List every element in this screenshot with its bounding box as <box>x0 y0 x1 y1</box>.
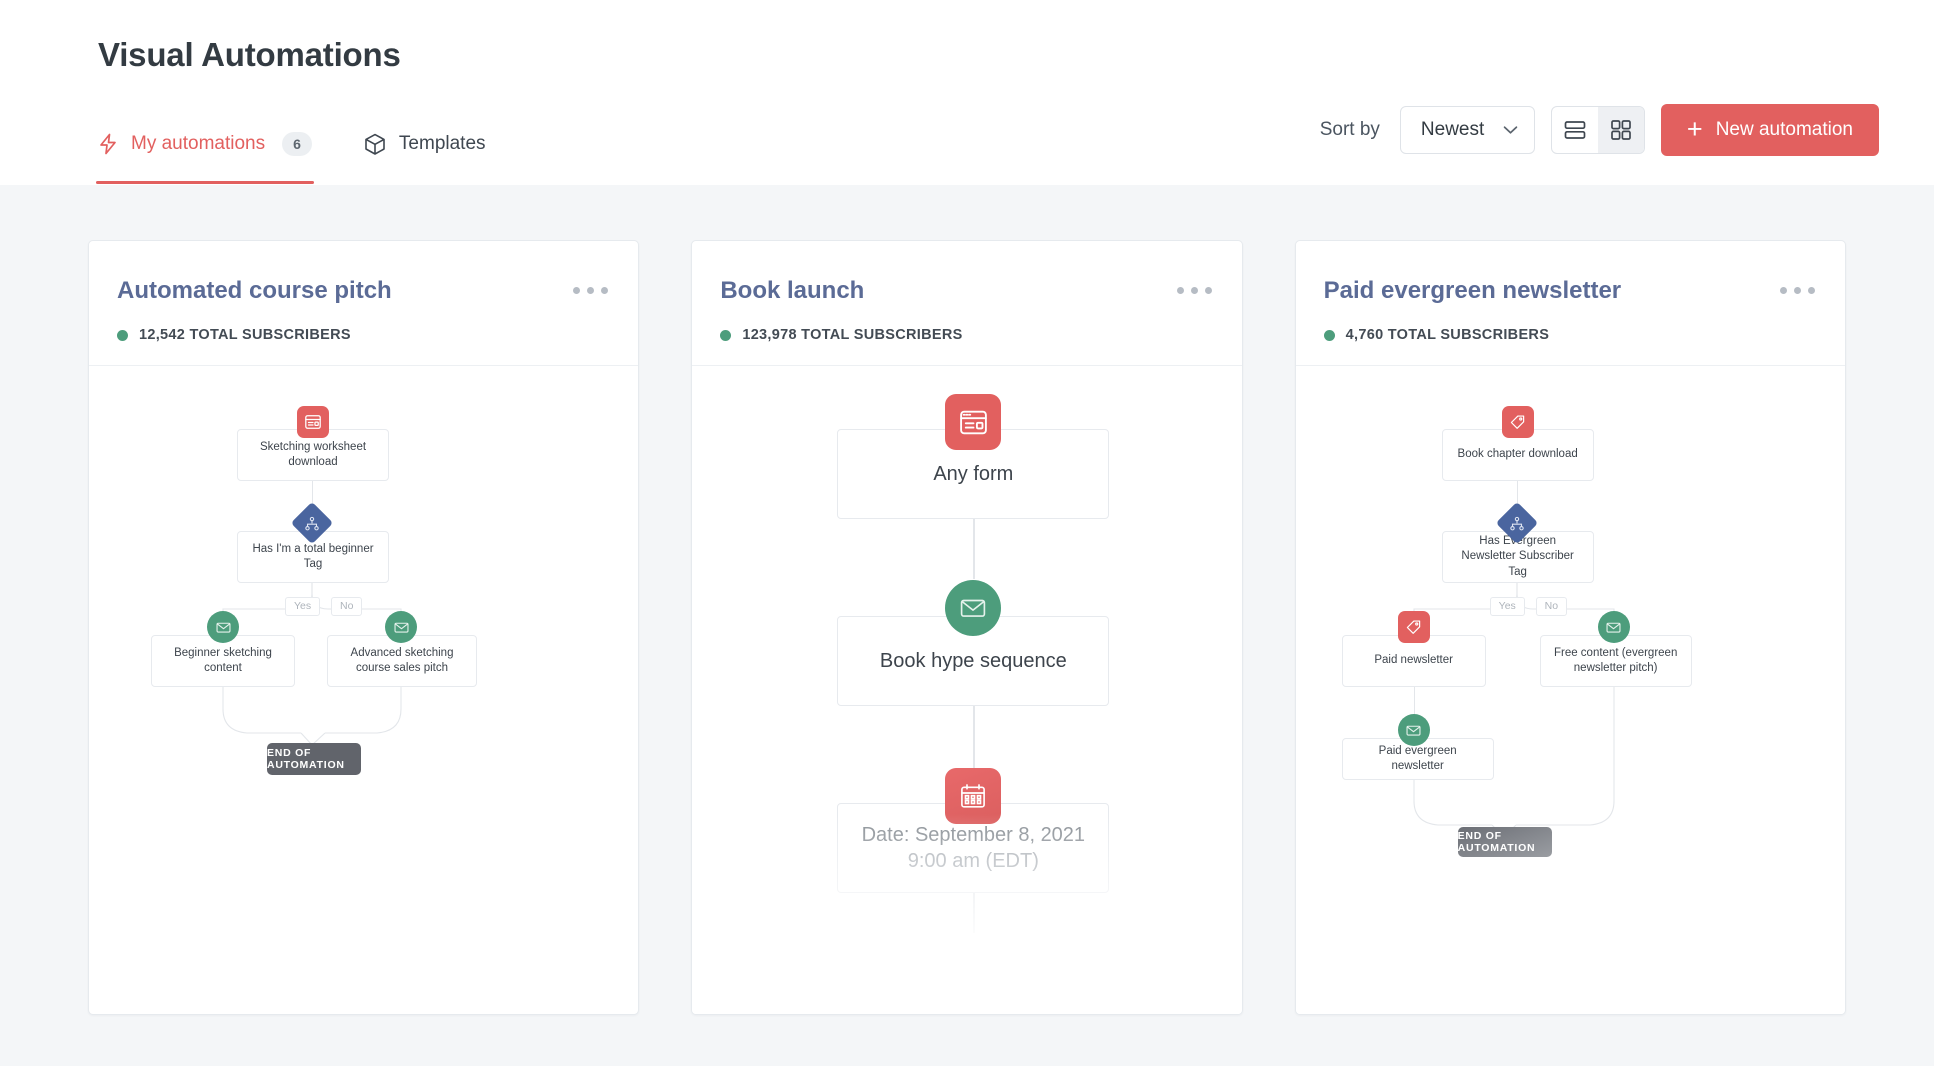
view-toggle <box>1550 106 1645 154</box>
new-automation-button[interactable]: + New automation <box>1660 104 1879 156</box>
tab-my-automations-badge: 6 <box>282 132 312 156</box>
card-title: Paid evergreen newsletter <box>1323 277 1622 304</box>
email-icon <box>945 580 1002 636</box>
branch-connectors <box>1413 583 1615 635</box>
ellipsis-icon[interactable] <box>573 287 609 294</box>
sort-by-label: Sort by <box>1319 119 1380 140</box>
list-view-icon[interactable] <box>1552 107 1598 153</box>
plus-icon: + <box>1686 113 1703 144</box>
merge-connectors <box>222 687 402 746</box>
subscriber-count: 12,542 TOTAL SUBSCRIBERS <box>117 327 610 343</box>
status-dot <box>720 329 732 341</box>
tag-icon <box>1397 611 1430 643</box>
flow-node-date-line2: 9:00 am (EDT) <box>907 850 1039 872</box>
sort-select-value: Newest <box>1420 119 1485 140</box>
automation-card[interactable]: Book launch 123,978 TOTAL SUBSCRIBERS An… <box>691 240 1243 1015</box>
branch-label-yes: Yes <box>1489 597 1525 616</box>
branch-connectors <box>222 583 402 635</box>
subscriber-count-label: 12,542 TOTAL SUBSCRIBERS <box>139 327 351 343</box>
subscriber-count: 123,978 TOTAL SUBSCRIBERS <box>720 327 1213 343</box>
email-icon <box>207 611 239 643</box>
branch-label-yes: Yes <box>285 597 321 616</box>
status-dot <box>117 329 128 341</box>
cube-icon <box>364 133 386 156</box>
tab-bar: My automations 6 Templates <box>96 113 486 184</box>
tab-templates[interactable]: Templates <box>364 113 486 175</box>
new-automation-button-label: New automation <box>1715 119 1853 140</box>
tab-my-automations[interactable]: My automations 6 <box>96 113 314 184</box>
canvas-fade-mask <box>1295 884 1845 1014</box>
flow-canvas[interactable]: Any form Book hype sequence Date: Septem… <box>692 366 1242 1014</box>
ellipsis-icon[interactable] <box>1779 287 1815 294</box>
end-of-automation-badge: END OF AUTOMATION <box>1457 827 1552 857</box>
card-header: Automated course pitch 12,542 TOTAL SUBS… <box>89 241 639 366</box>
chevron-down-icon <box>1503 125 1518 135</box>
flow-canvas[interactable]: Sketching worksheet download Has I'm a t… <box>89 366 638 1014</box>
flow-canvas[interactable]: Book chapter download Has Evergreen News… <box>1295 366 1845 1014</box>
end-of-automation-badge: END OF AUTOMATION <box>267 743 361 775</box>
form-icon <box>945 394 1002 450</box>
page-title: Visual Automations <box>98 36 401 73</box>
calendar-icon <box>945 768 1002 824</box>
email-icon <box>385 611 417 643</box>
card-title: Automated course pitch <box>117 277 392 304</box>
form-icon <box>297 406 329 438</box>
card-title: Book launch <box>720 277 865 304</box>
automation-card[interactable]: Automated course pitch 12,542 TOTAL SUBS… <box>88 240 640 1015</box>
subscriber-count: 4,760 TOTAL SUBSCRIBERS <box>1323 327 1817 343</box>
toolbar: Sort by Newest + New automation <box>1320 104 1879 156</box>
tab-my-automations-label: My automations <box>131 133 266 154</box>
tab-templates-label: Templates <box>398 133 486 154</box>
automation-card[interactable]: Paid evergreen newsletter 4,760 TOTAL SU… <box>1294 240 1846 1015</box>
subscriber-count-label: 123,978 TOTAL SUBSCRIBERS <box>742 327 963 343</box>
email-icon <box>1397 714 1430 746</box>
automations-board: Automated course pitch 12,542 TOTAL SUBS… <box>0 185 1934 1015</box>
ellipsis-icon[interactable] <box>1176 287 1212 294</box>
sort-select[interactable]: Newest <box>1399 106 1535 154</box>
subscriber-count-label: 4,760 TOTAL SUBSCRIBERS <box>1345 327 1550 343</box>
card-header: Book launch 123,978 TOTAL SUBSCRIBERS <box>692 241 1242 366</box>
email-icon <box>1597 611 1630 643</box>
branch-label-no: No <box>1535 597 1568 616</box>
top-bar: Visual Automations My automations 6 Temp… <box>0 0 1934 185</box>
grid-view-icon[interactable] <box>1597 107 1644 153</box>
branch-label-no: No <box>331 597 363 616</box>
tag-icon <box>1501 406 1534 438</box>
card-header: Paid evergreen newsletter 4,760 TOTAL SU… <box>1295 241 1845 366</box>
lightning-bolt-icon <box>98 133 118 155</box>
flow-node-date-line1: Date: September 8, 2021 <box>861 823 1086 846</box>
status-dot <box>1323 329 1335 341</box>
